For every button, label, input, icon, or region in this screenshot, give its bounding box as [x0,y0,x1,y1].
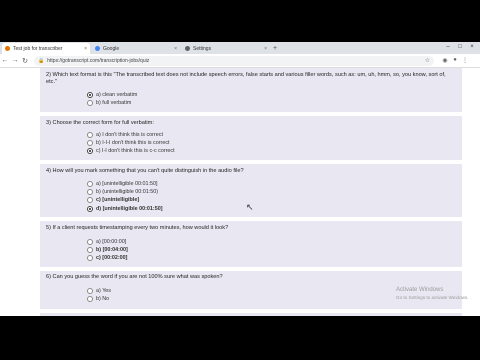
tab-label: Test job for transcriber [13,45,63,52]
extension-icon[interactable]: ◉ [440,57,450,64]
option-label: a) [unintelligible 00:01:50] [96,180,158,187]
question-5-option-c[interactable]: c) [00:02:00] [87,254,127,261]
question-4-option-c[interactable]: c) [unintelligible] [87,196,139,203]
question-6-text: 6) Can you guess the word if you are not… [46,274,223,280]
close-icon[interactable]: × [466,42,478,52]
radio[interactable] [87,295,93,302]
option-label: a) clean verbatim [96,91,138,98]
close-icon[interactable]: × [174,46,177,52]
close-icon[interactable]: × [84,46,87,52]
option-label: b) I-I-I don't think this is correct [96,139,170,146]
option-label: c) [00:02:00] [96,254,128,261]
divider [40,217,462,221]
page-content: 2) Which text format is this "The transc… [0,68,480,316]
option-label: a) I don't think this is correct [96,131,163,138]
account-icon[interactable]: ● [450,57,460,64]
question-2-option-b[interactable]: b) full verbatim [87,99,131,106]
option-label: b) No [96,295,110,302]
watermark-line-1: Activate Windows [396,287,444,293]
option-label: c) I-I don't think this is c-c correct [96,147,175,154]
gotranscript-favicon-icon [5,46,10,51]
radio-selected[interactable] [87,147,93,154]
option-label: b) [00:04:00] [96,246,128,253]
question-5-option-b[interactable]: b) [00:04:00] [87,246,128,253]
question-3-option-c[interactable]: c) I-I don't think this is c-c correct [87,147,175,154]
activate-windows-watermark: Activate Windows Go to Settings to activ… [396,286,469,302]
radio[interactable] [87,238,93,245]
letterbox-bottom [0,316,480,360]
question-5-text: 5) If a client requests timestamping eve… [46,225,229,231]
close-icon[interactable]: × [264,46,267,52]
option-label: a) [00:00:00] [96,238,127,245]
divider [40,160,462,164]
option-label: d) [unintelligible 00:01:50] [96,205,163,212]
address-bar[interactable]: 🔒 https://gotranscript.com/transcription… [34,55,434,66]
letterbox-top [0,0,480,42]
radio[interactable] [87,287,93,294]
watermark-line-2: Go to Settings to activate Windows. [396,295,469,300]
radio[interactable] [87,180,93,187]
radio[interactable] [87,188,93,195]
question-3-option-a[interactable]: a) I don't think this is correct [87,131,163,138]
question-4-option-d[interactable]: d) [unintelligible 00:01:50] [87,205,163,212]
question-4-text: 4) How will you mark something that you … [46,168,244,174]
minimize-icon[interactable]: – [442,42,454,52]
radio-selected[interactable] [87,91,93,98]
radio[interactable] [87,196,93,203]
lock-icon: 🔒 [38,57,45,64]
extension-icons: ◉ ● ⋮ [440,57,470,64]
radio[interactable] [87,131,93,138]
maximize-icon[interactable]: □ [454,42,466,52]
radio[interactable] [87,99,93,106]
screen: Test job for transcriber × Google × Sett… [0,0,480,360]
question-3-option-b[interactable]: b) I-I-I don't think this is correct [87,139,170,146]
quiz-form: 2) Which text format is this "The transc… [40,68,462,316]
question-2-text: 2) Which text format is this "The transc… [46,72,446,85]
option-label: a) Yes [96,287,111,294]
window-controls: – □ × [442,42,478,52]
question-3-text: 3) Choose the correct form for full verb… [46,120,154,126]
option-label: c) [unintelligible] [96,196,140,203]
mouse-cursor-icon: ↖ [246,202,254,212]
question-4-option-b[interactable]: b) (unintelligible 00:01:50) [87,188,158,195]
question-2-option-a[interactable]: a) clean verbatim [87,91,137,98]
radio-selected[interactable] [87,205,93,212]
option-label: b) (unintelligible 00:01:50) [96,188,159,195]
question-6-option-a[interactable]: a) Yes [87,287,111,294]
divider [40,112,462,116]
gear-icon [185,46,190,51]
url-text: https://gotranscript.com/transcription-j… [47,57,150,64]
reload-icon[interactable]: ↻ [20,57,30,65]
star-icon[interactable]: ☆ [425,57,430,64]
back-arrow-icon[interactable]: ← [0,57,10,64]
option-label: b) full verbatim [96,99,132,106]
question-6-option-b[interactable]: b) No [87,295,109,302]
tab-label: Settings [193,45,212,52]
tab-strip: Test job for transcriber × Google × Sett… [0,42,480,54]
tab-settings[interactable]: Settings × [182,43,270,54]
tab-test-job[interactable]: Test job for transcriber × [2,43,90,54]
question-4-option-a[interactable]: a) [unintelligible 00:01:50] [87,180,157,187]
menu-dots-icon[interactable]: ⋮ [460,57,470,64]
radio[interactable] [87,254,93,261]
plus-icon[interactable]: + [273,43,277,54]
question-5-option-a[interactable]: a) [00:00:00] [87,238,126,245]
radio[interactable] [87,139,93,146]
divider [40,309,462,313]
google-favicon-icon [95,46,100,51]
forward-arrow-icon[interactable]: → [10,57,20,64]
tab-label: Google [103,45,120,52]
tab-google[interactable]: Google × [92,43,180,54]
divider [40,267,462,271]
toolbar: ← → ↻ 🔒 https://gotranscript.com/transcr… [0,54,480,68]
radio[interactable] [87,246,93,253]
